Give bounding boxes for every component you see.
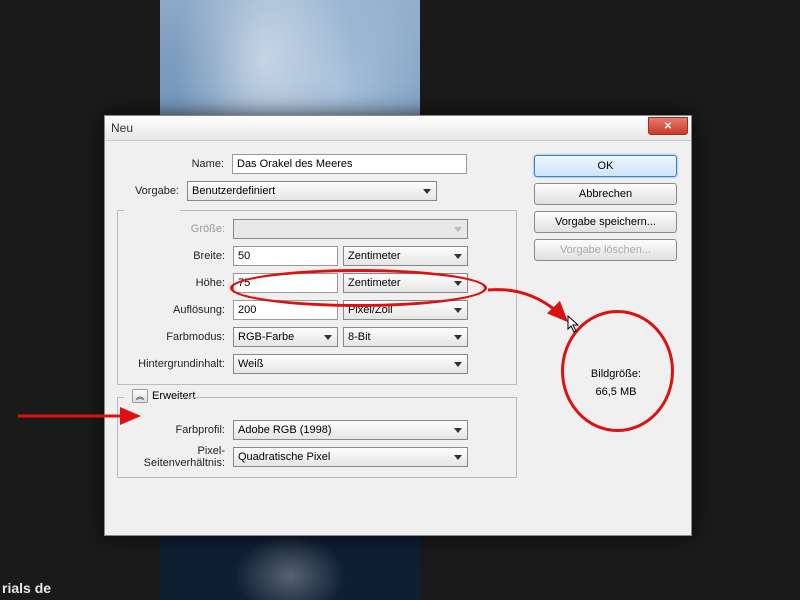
- bitdepth-select[interactable]: 8-Bit: [343, 327, 468, 347]
- cancel-button[interactable]: Abbrechen: [534, 183, 677, 205]
- watermark-text: rials de: [2, 580, 51, 596]
- height-input[interactable]: [233, 273, 338, 293]
- cursor-icon: [566, 314, 582, 339]
- chevron-up-icon: ︽: [136, 391, 144, 402]
- height-label: Höhe:: [118, 277, 233, 289]
- delete-preset-button: Vorgabe löschen...: [534, 239, 677, 261]
- resolution-label: Auflösung:: [118, 304, 233, 316]
- advanced-label: Erweitert: [152, 390, 195, 402]
- colormode-select[interactable]: RGB-Farbe: [233, 327, 338, 347]
- dialog-titlebar[interactable]: Neu ✕: [105, 116, 691, 141]
- colorprofile-label: Farbprofil:: [118, 424, 233, 436]
- pixelaspect-select[interactable]: Quadratische Pixel: [233, 447, 468, 467]
- size-label: Größe:: [118, 223, 233, 235]
- preset-select[interactable]: Benutzerdefiniert: [187, 181, 437, 201]
- new-document-dialog: Neu ✕ Name: Vorgabe: Benutzerdefiniert G…: [104, 115, 692, 536]
- image-size-display: Bildgröße: 66,5 MB: [571, 366, 661, 401]
- width-unit-select[interactable]: Zentimeter: [343, 246, 468, 266]
- preset-label: Vorgabe:: [72, 185, 187, 197]
- width-input[interactable]: [233, 246, 338, 266]
- image-size-value: 66,5 MB: [571, 384, 661, 402]
- resolution-unit-select[interactable]: Pixel/Zoll: [343, 300, 468, 320]
- size-select: [233, 219, 468, 239]
- bgcontent-select[interactable]: Weiß: [233, 354, 468, 374]
- colorprofile-select[interactable]: Adobe RGB (1998): [233, 420, 468, 440]
- colormode-label: Farbmodus:: [118, 331, 233, 343]
- width-label: Breite:: [118, 250, 233, 262]
- dialog-title: Neu: [111, 121, 133, 135]
- pixelaspect-label: Pixel-Seitenverhältnis:: [118, 445, 233, 469]
- height-unit-select[interactable]: Zentimeter: [343, 273, 468, 293]
- image-size-label: Bildgröße:: [571, 366, 661, 384]
- resolution-input[interactable]: [233, 300, 338, 320]
- bgcontent-label: Hintergrundinhalt:: [118, 358, 233, 370]
- name-label: Name:: [117, 158, 232, 170]
- close-button[interactable]: ✕: [648, 117, 688, 135]
- ok-button[interactable]: OK: [534, 155, 677, 177]
- save-preset-button[interactable]: Vorgabe speichern...: [534, 211, 677, 233]
- close-icon: ✕: [664, 121, 672, 132]
- name-input[interactable]: [232, 154, 467, 174]
- advanced-toggle[interactable]: ︽: [132, 389, 148, 403]
